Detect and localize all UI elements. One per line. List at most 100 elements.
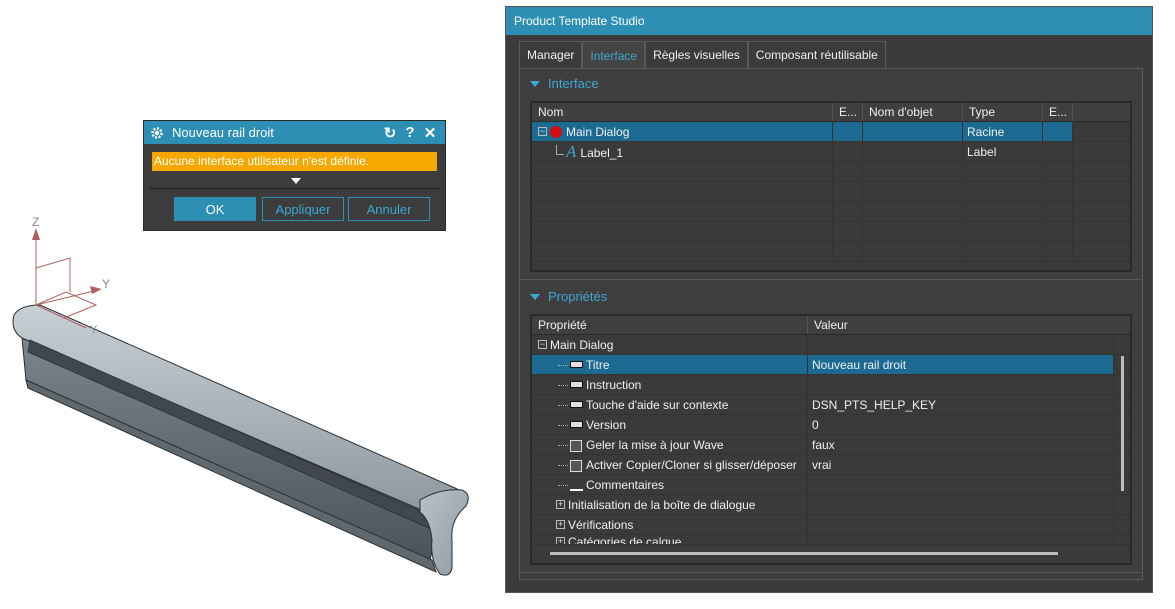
rail-model: Z Y Y — [12, 215, 469, 576]
rail-groove — [27, 339, 441, 533]
apply-button[interactable]: Appliquer — [262, 197, 344, 221]
property-value[interactable] — [808, 475, 1114, 494]
red-circle-icon — [550, 125, 562, 138]
property-group-label: Main Dialog — [550, 338, 614, 352]
property-group-verifications[interactable]: + Vérifications — [532, 515, 1130, 535]
warning-message: Aucune interface utilisateur n'est défin… — [152, 152, 437, 171]
gear-icon — [151, 126, 163, 139]
property-group-label: Vérifications — [568, 518, 634, 532]
property-value[interactable]: 0 — [808, 415, 1114, 434]
property-value[interactable]: DSN_PTS_HELP_KEY — [808, 395, 1114, 414]
label-A-icon: A — [566, 142, 577, 161]
ok-button[interactable]: OK — [174, 197, 256, 221]
z-axis-arrow-icon — [32, 228, 40, 240]
property-group-label: Catégories de calque — [568, 535, 682, 544]
comment-icon — [570, 481, 583, 491]
property-group-initialisation[interactable]: + Initialisation de la boîte de dialogue — [532, 495, 1130, 515]
interface-tab-panel: Interface Nom E... Nom d'objet Type E...… — [519, 68, 1143, 580]
dialog-title: Nouveau rail droit — [172, 125, 274, 140]
vertical-scrollbar[interactable] — [1121, 356, 1124, 491]
property-group-layer-categories[interactable]: + Catégories de calque — [532, 535, 1130, 545]
horizontal-scrollbar[interactable] — [550, 552, 1058, 555]
tree-row-empty — [532, 222, 1130, 242]
text-field-icon — [570, 361, 583, 369]
property-name: Geler la mise à jour Wave — [586, 438, 724, 452]
product-template-studio-window: Product Template Studio Manager Interfac… — [505, 6, 1153, 593]
property-name: Commentaires — [586, 478, 665, 492]
toggle-property-icon — [570, 439, 582, 452]
expand-toggle-icon[interactable]: + — [556, 537, 565, 544]
integer-field-icon — [570, 421, 583, 429]
property-row-copy-clone[interactable]: Activer Copier/Cloner si glisser/déposer… — [532, 455, 1130, 475]
tree-node-type: Racine — [963, 122, 1043, 141]
toggle-property-icon — [570, 459, 582, 472]
column-header-type[interactable]: Type — [963, 103, 1043, 121]
tab-visual-rules[interactable]: Règles visuelles — [645, 41, 748, 68]
close-icon[interactable]: ✕ — [421, 124, 439, 142]
studio-title[interactable]: Product Template Studio — [506, 7, 1152, 35]
tree-node-type: Label — [963, 142, 1043, 161]
tree-node-label: Main Dialog — [566, 125, 630, 139]
tree-node-label: Label_1 — [580, 146, 624, 160]
tree-row-label-1[interactable]: A Label_1 Label — [532, 142, 1130, 162]
properties-table-header: Propriété Valeur — [532, 316, 1130, 335]
column-header-property[interactable]: Propriété — [532, 316, 808, 334]
graphics-viewport[interactable]: Z Y Y Nouveau rail droit ↻ ? ✕ Aucune in… — [0, 0, 505, 609]
property-name: Activer Copier/Cloner si glisser/déposer — [586, 458, 797, 472]
dialog-separator — [150, 188, 440, 189]
z-axis-label: Z — [32, 215, 39, 229]
property-group-label: Initialisation de la boîte de dialogue — [568, 498, 756, 512]
panel-bottom-divider — [520, 572, 1142, 573]
collapse-triangle-icon — [530, 293, 540, 300]
expand-toggle-icon[interactable]: + — [556, 500, 565, 510]
property-row-instruction[interactable]: Instruction — [532, 375, 1130, 395]
y-axis-arrow-icon — [90, 286, 102, 294]
tree-row-empty — [532, 162, 1130, 182]
column-header-value[interactable]: Valeur — [808, 316, 1130, 334]
interface-section-title: Interface — [548, 76, 599, 91]
expand-arrow-icon[interactable] — [144, 173, 447, 189]
interface-tree-table: Nom E... Nom d'objet Type E... − Main Dia… — [530, 101, 1132, 272]
text-field-icon — [570, 381, 583, 389]
properties-section-header[interactable]: Propriétés — [530, 289, 607, 304]
property-value[interactable]: Nouveau rail droit — [808, 355, 1114, 374]
property-row-comments[interactable]: Commentaires — [532, 475, 1130, 495]
properties-section-title: Propriétés — [548, 289, 608, 304]
cancel-button[interactable]: Annuler — [348, 197, 430, 221]
tree-connector — [556, 144, 564, 155]
studio-tabs: Manager Interface Règles visuelles Compo… — [519, 41, 886, 69]
column-header-name[interactable]: Nom — [532, 103, 833, 121]
text-field-icon — [570, 401, 583, 409]
property-row-freeze-wave[interactable]: Geler la mise à jour Wave faux — [532, 435, 1130, 455]
tree-row-main-dialog[interactable]: − Main Dialog Racine — [532, 122, 1130, 142]
collapse-triangle-icon — [530, 80, 540, 87]
section-divider — [520, 279, 1142, 280]
column-header-e2[interactable]: E... — [1043, 103, 1073, 121]
column-header-object-name[interactable]: Nom d'objet — [863, 103, 963, 121]
reset-icon[interactable]: ↻ — [381, 124, 399, 142]
property-value[interactable]: faux — [808, 435, 1114, 454]
property-row-title[interactable]: Titre Nouveau rail droit — [532, 355, 1130, 375]
dialog-titlebar[interactable]: Nouveau rail droit ↻ ? ✕ — [144, 121, 445, 144]
column-header-filler — [1073, 103, 1130, 121]
tab-reusable-component[interactable]: Composant réutilisable — [747, 41, 886, 68]
properties-table: Propriété Valeur − Main Dialog Titre Nouv… — [530, 314, 1132, 565]
collapse-toggle-icon[interactable]: − — [538, 340, 547, 350]
interface-section-header[interactable]: Interface — [530, 76, 599, 91]
help-icon[interactable]: ? — [401, 124, 419, 142]
property-group-main-dialog[interactable]: − Main Dialog — [532, 335, 1130, 355]
column-header-e1[interactable]: E... — [833, 103, 863, 121]
property-name: Titre — [586, 358, 610, 372]
interface-table-header: Nom E... Nom d'objet Type E... — [532, 103, 1130, 122]
tab-interface[interactable]: Interface — [582, 41, 646, 69]
collapse-toggle-icon[interactable]: − — [538, 127, 547, 137]
tree-row-empty — [532, 242, 1130, 262]
expand-toggle-icon[interactable]: + — [556, 520, 565, 530]
property-name: Instruction — [586, 378, 642, 392]
property-value[interactable] — [808, 375, 1114, 394]
property-value[interactable]: vrai — [808, 455, 1114, 474]
property-row-version[interactable]: Version 0 — [532, 415, 1130, 435]
tab-manager[interactable]: Manager — [519, 41, 583, 68]
y-axis-label-2: Y — [90, 324, 98, 336]
property-row-help-key[interactable]: Touche d'aide sur contexte DSN_PTS_HELP_… — [532, 395, 1130, 415]
